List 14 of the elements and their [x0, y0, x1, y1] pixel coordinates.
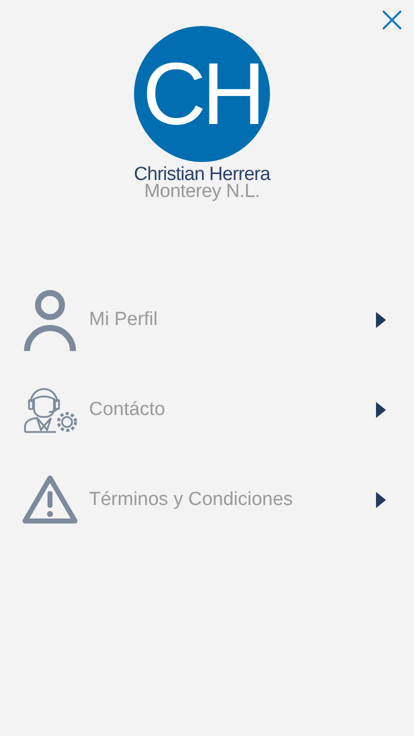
chevron-right-icon[interactable] — [376, 312, 386, 328]
chevron-right-icon[interactable] — [376, 492, 386, 508]
menu-item-label[interactable]: Mi Perfil — [89, 309, 376, 331]
avatar-initials: CH — [134, 26, 270, 162]
support-agent-icon — [23, 386, 77, 434]
chevron-right-icon[interactable] — [376, 402, 386, 418]
warning-icon — [22, 474, 78, 526]
user-name: Christian Herrera — [134, 167, 270, 183]
menu-item-label[interactable]: Contácto — [89, 399, 376, 421]
user-location: Monterey N.L. — [144, 183, 260, 201]
menu-item-label[interactable]: Términos y Condiciones — [89, 489, 376, 511]
close-icon — [382, 10, 402, 30]
close-button[interactable] — [380, 8, 404, 32]
person-icon — [24, 289, 76, 351]
